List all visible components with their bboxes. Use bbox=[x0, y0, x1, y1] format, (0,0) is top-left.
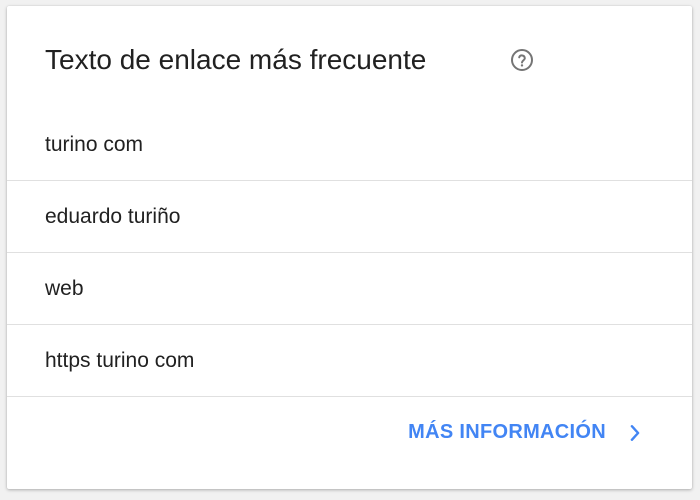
list-item-label: https turino com bbox=[45, 348, 195, 372]
card-title: Texto de enlace más frecuente bbox=[45, 44, 427, 75]
anchor-text-list: turino com eduardo turiño web https turi… bbox=[7, 109, 692, 397]
chevron-right-icon bbox=[630, 424, 640, 441]
card-footer: MÁS INFORMACIÓN bbox=[7, 399, 692, 489]
list-item-label: turino com bbox=[45, 132, 144, 156]
list-item: turino com bbox=[7, 109, 692, 181]
card-header: Texto de enlace más frecuente bbox=[7, 6, 692, 109]
list-item: https turino com bbox=[7, 325, 692, 397]
top-anchor-text-card: Texto de enlace más frecuente turino com… bbox=[7, 6, 692, 489]
help-icon[interactable] bbox=[510, 48, 534, 72]
list-item-label: eduardo turiño bbox=[45, 204, 181, 228]
list-item-label: web bbox=[45, 276, 84, 300]
list-item: web bbox=[7, 253, 692, 325]
more-info-link[interactable]: MÁS INFORMACIÓN bbox=[408, 421, 646, 444]
more-info-label: MÁS INFORMACIÓN bbox=[408, 421, 606, 443]
list-item: eduardo turiño bbox=[7, 181, 692, 253]
